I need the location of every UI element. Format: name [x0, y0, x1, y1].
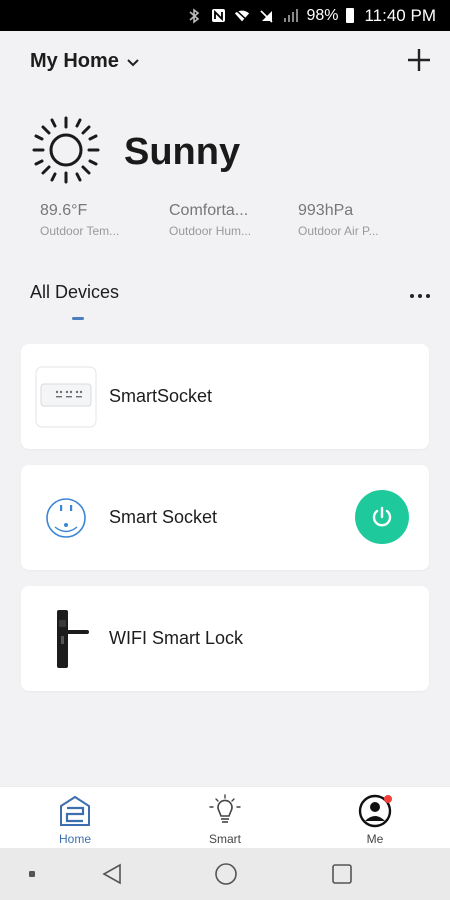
signal-icon: [282, 8, 298, 24]
stat-label: Outdoor Air P...: [298, 224, 379, 238]
notification-badge: [384, 795, 392, 803]
mute-icon: [258, 8, 274, 24]
home-circle-icon[interactable]: [214, 862, 238, 891]
battery-icon: [346, 8, 355, 23]
more-horizontal-icon[interactable]: [400, 286, 430, 306]
stat-value: 89.6°F: [40, 202, 88, 219]
home-name: My Home: [30, 49, 119, 72]
weather-stats: 89.6°F Outdoor Tem... Comforta... Outdoo…: [40, 202, 427, 238]
back-icon[interactable]: [100, 862, 124, 891]
tab-label: Smart: [208, 832, 241, 846]
stat-label: Outdoor Tem...: [40, 224, 120, 238]
chevron-down-icon: [127, 50, 139, 73]
plus-icon: [408, 49, 430, 71]
door-lock-icon: [35, 608, 97, 670]
bulb-icon: [207, 793, 243, 829]
device-name: WIFI Smart Lock: [109, 628, 244, 648]
device-name: SmartSocket: [109, 386, 213, 406]
dot-icon: [29, 871, 35, 877]
clock: 11:40 PM: [364, 5, 436, 25]
device-card[interactable]: Smart Socket: [21, 465, 429, 570]
weather-stat-air-pressure: 993hPa Outdoor Air P...: [298, 202, 427, 238]
device-name: Smart Socket: [109, 507, 218, 527]
tab-label: Me: [366, 832, 384, 846]
weather-condition: Sunny: [124, 130, 241, 173]
nfc-icon: [210, 8, 226, 24]
status-bar: 98% 11:40 PM: [0, 0, 450, 31]
profile-icon: [357, 793, 393, 829]
add-button[interactable]: [404, 45, 434, 75]
wifi-icon: [234, 8, 250, 24]
stat-label: Outdoor Hum...: [169, 224, 252, 238]
device-card[interactable]: WIFI Smart Lock: [21, 586, 429, 691]
power-strip-icon: [35, 366, 97, 428]
bottom-tab-bar: Home Smart Me: [0, 786, 450, 848]
power-toggle-button[interactable]: [355, 490, 409, 544]
tab-all-devices[interactable]: All Devices: [30, 282, 119, 302]
weather-panel[interactable]: Sunny 89.6°F Outdoor Tem... Comforta... …: [30, 110, 430, 250]
home-icon: [57, 793, 93, 829]
sun-icon: [30, 114, 102, 191]
tab-label: Home: [58, 832, 91, 846]
device-card[interactable]: SmartSocket: [21, 344, 429, 449]
stat-value: 993hPa: [298, 202, 354, 219]
system-navigation-bar: [0, 848, 450, 900]
app-header: My Home: [0, 31, 450, 91]
stat-value: Comforta...: [169, 202, 249, 219]
recents-icon[interactable]: [330, 862, 354, 891]
socket-icon: [35, 487, 97, 549]
power-icon: [372, 506, 392, 527]
active-tab-indicator: [72, 317, 84, 320]
weather-stat-humidity: Comforta... Outdoor Hum...: [169, 202, 298, 238]
home-selector[interactable]: My Home: [30, 50, 139, 73]
tab-smart[interactable]: Smart: [150, 787, 300, 849]
bluetooth-icon: [186, 7, 202, 24]
battery-percent: 98%: [306, 6, 339, 24]
tab-home[interactable]: Home: [0, 787, 150, 849]
devices-section-header: All Devices: [30, 282, 430, 322]
tab-me[interactable]: Me: [300, 787, 450, 849]
weather-stat-temperature: 89.6°F Outdoor Tem...: [40, 202, 169, 238]
